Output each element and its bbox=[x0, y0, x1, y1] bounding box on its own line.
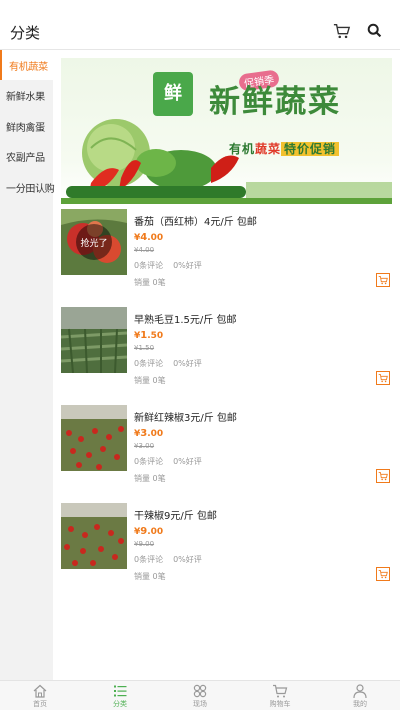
add-to-cart-icon[interactable] bbox=[376, 567, 390, 581]
tab-category[interactable]: 分类 bbox=[80, 681, 160, 710]
positive-rating: 0%好评 bbox=[173, 457, 202, 466]
banner-subline: 有机蔬菜 特价促销 bbox=[229, 140, 340, 157]
home-icon bbox=[33, 684, 47, 698]
price-dec: .00 bbox=[147, 429, 164, 439]
product-meta: 0条评论 0%好评 bbox=[134, 260, 202, 271]
brand-logo: 鲜 bbox=[153, 72, 193, 116]
positive-rating: 0%好评 bbox=[173, 359, 202, 368]
price-dec: .50 bbox=[147, 331, 164, 341]
user-icon bbox=[353, 684, 367, 699]
tab-label: 我的 bbox=[353, 700, 367, 708]
tab-live[interactable]: 现场 bbox=[160, 681, 240, 710]
product-meta: 0条评论 0%好评 bbox=[134, 554, 202, 565]
banner-headline: 新鲜蔬菜 bbox=[209, 84, 341, 120]
banner-sub-a: 有机 bbox=[229, 142, 256, 156]
comment-count: 0条评论 bbox=[134, 457, 164, 466]
sales-count: 销量 0笔 bbox=[134, 376, 166, 385]
product-item[interactable]: 干辣椒9元/斤 包邮 ¥9.00 ¥9.00 0条评论 0%好评 销量 0笔 bbox=[61, 503, 392, 593]
add-to-cart-icon[interactable] bbox=[376, 469, 390, 483]
product-price: ¥4.00 bbox=[134, 232, 163, 243]
sidebar-item-fresh-fruit[interactable]: 新鲜水果 bbox=[0, 81, 53, 111]
add-to-cart-icon[interactable] bbox=[376, 371, 390, 385]
product-price: ¥9.00 bbox=[134, 526, 163, 537]
banner-sub-c: 特价促销 bbox=[281, 142, 340, 156]
promo-banner[interactable]: 鲜 促销季 新鲜蔬菜 有机蔬菜 特价促销 bbox=[61, 58, 392, 204]
product-name[interactable]: 新鲜红辣椒3元/斤 包邮 bbox=[134, 409, 237, 424]
tab-label: 分类 bbox=[113, 700, 127, 708]
product-price: ¥3.00 bbox=[134, 428, 163, 439]
product-name[interactable]: 干辣椒9元/斤 包邮 bbox=[134, 507, 217, 522]
price-dec: .00 bbox=[147, 527, 164, 537]
category-sidebar: 有机蔬菜 新鲜水果 鲜肉禽蛋 农副产品 一分田认购 bbox=[0, 50, 55, 680]
original-price: ¥9.00 bbox=[134, 540, 155, 548]
tab-home[interactable]: 首页 bbox=[0, 681, 80, 710]
sales-count: 销量 0笔 bbox=[134, 572, 166, 581]
product-item[interactable]: 新鲜红辣椒3元/斤 包邮 ¥3.00 ¥3.00 0条评论 0%好评 销量 0笔 bbox=[61, 405, 392, 495]
sales-count: 销量 0笔 bbox=[134, 474, 166, 483]
sales-count: 销量 0笔 bbox=[134, 278, 166, 287]
tab-label: 购物车 bbox=[269, 700, 291, 708]
product-image-dried-pepper[interactable] bbox=[61, 503, 127, 569]
search-icon[interactable] bbox=[366, 22, 384, 40]
sold-out-badge: 抢光了 bbox=[76, 224, 112, 260]
cart-icon[interactable] bbox=[333, 22, 351, 40]
sidebar-item-organic-vegetables[interactable]: 有机蔬菜 bbox=[0, 50, 53, 80]
product-image-soybean[interactable] bbox=[61, 307, 127, 373]
tab-profile[interactable]: 我的 bbox=[320, 681, 400, 710]
banner-sub-b: 蔬菜 bbox=[255, 142, 282, 156]
product-image-red-pepper[interactable] bbox=[61, 405, 127, 471]
price-dec: .00 bbox=[147, 233, 164, 243]
bottom-tabbar: 首页 分类 现场 购物车 我的 bbox=[0, 680, 400, 710]
product-price: ¥1.50 bbox=[134, 330, 163, 341]
cart-icon bbox=[273, 684, 288, 698]
product-meta: 0条评论 0%好评 bbox=[134, 358, 202, 369]
original-price: ¥3.00 bbox=[134, 442, 155, 450]
original-price: ¥1.50 bbox=[134, 344, 155, 352]
product-name[interactable]: 番茄（西红柿）4元/斤 包邮 bbox=[134, 213, 257, 228]
positive-rating: 0%好评 bbox=[173, 555, 202, 564]
product-name[interactable]: 早熟毛豆1.5元/斤 包邮 bbox=[134, 311, 236, 326]
category-list-icon bbox=[114, 685, 127, 697]
sidebar-item-farm-products[interactable]: 农副产品 bbox=[0, 142, 53, 172]
original-price: ¥4.00 bbox=[134, 246, 155, 254]
page-title: 分类 bbox=[10, 24, 41, 42]
add-to-cart-icon[interactable] bbox=[376, 273, 390, 287]
tab-label: 现场 bbox=[193, 700, 207, 708]
comment-count: 0条评论 bbox=[134, 555, 164, 564]
product-meta: 0条评论 0%好评 bbox=[134, 456, 202, 467]
product-item[interactable]: 抢光了 番茄（西红柿）4元/斤 包邮 ¥4.00 ¥4.00 0条评论 0%好评 … bbox=[61, 209, 392, 299]
comment-count: 0条评论 bbox=[134, 261, 164, 270]
grid-circles-icon bbox=[193, 684, 207, 698]
sidebar-item-meat-eggs[interactable]: 鲜肉禽蛋 bbox=[0, 111, 53, 141]
tab-label: 首页 bbox=[33, 700, 47, 708]
product-item[interactable]: 早熟毛豆1.5元/斤 包邮 ¥1.50 ¥1.50 0条评论 0%好评 销量 0笔 bbox=[61, 307, 392, 397]
comment-count: 0条评论 bbox=[134, 359, 164, 368]
positive-rating: 0%好评 bbox=[173, 261, 202, 270]
top-header: 分类 bbox=[0, 0, 400, 50]
tab-cart[interactable]: 购物车 bbox=[240, 681, 320, 710]
sidebar-item-field-subscription[interactable]: 一分田认购 bbox=[0, 172, 55, 202]
